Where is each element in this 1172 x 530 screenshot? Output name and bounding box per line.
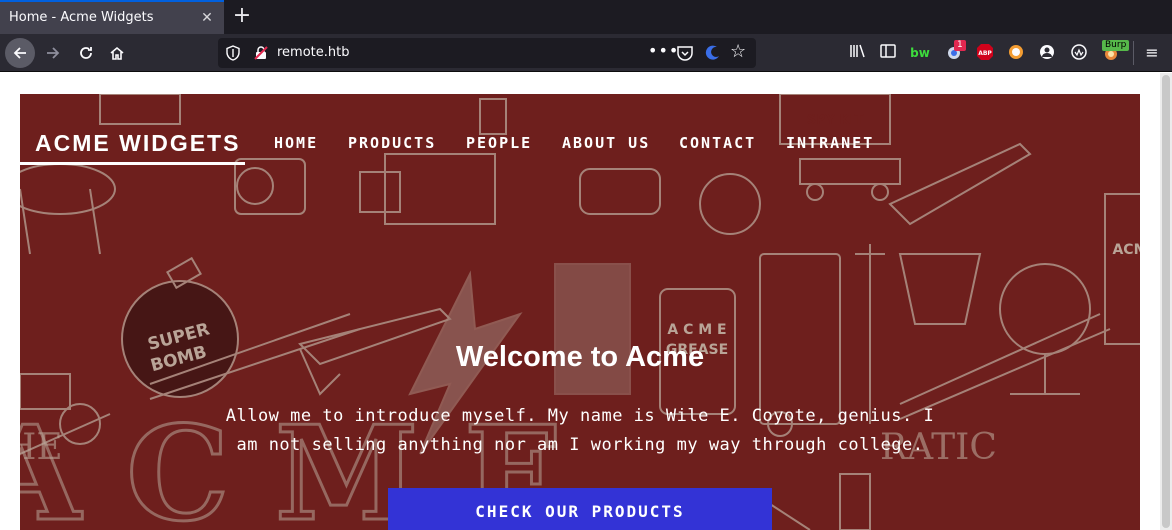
pocket-icon[interactable] [676,44,694,62]
adblock-plus-icon[interactable]: ABP [975,43,995,63]
notification-badge: 1 [954,40,966,51]
address-bar[interactable]: remote.htb ••• ☆ [218,38,756,68]
svg-text:ABP: ABP [978,50,992,57]
navigation-toolbar: remote.htb ••• ☆ bw 1 ABP ≡ [0,34,1172,72]
account-icon[interactable] [1037,43,1057,63]
hero-section: A C M E HE RATIC SUPER BOMB SPY KIT A C … [20,94,1140,530]
site-brand[interactable]: ACME WIDGETS [20,127,245,165]
forward-button[interactable] [38,38,68,68]
tab-strip: Home - Acme Widgets ✕ + [0,0,1172,34]
active-tab[interactable]: Home - Acme Widgets ✕ [0,0,224,34]
foxyproxy-icon[interactable] [1006,43,1026,63]
url-text[interactable]: remote.htb [277,45,350,60]
nav-people[interactable]: PEOPLE [466,134,532,152]
svg-text:A C M E: A C M E [667,322,726,338]
sidebar-icon[interactable] [878,43,898,63]
container-extension-icon[interactable] [704,44,722,62]
extension-badge-icon[interactable]: 1 [944,40,966,63]
hero-text: Allow me to introduce myself. My name is… [215,402,945,460]
toolbar-separator [1133,41,1134,65]
hero-text-line-1: Allow me to introduce myself. My name is… [225,406,935,426]
bitwarden-icon[interactable]: bw [910,43,930,63]
insecure-lock-icon[interactable] [253,45,269,61]
back-arrow-icon [13,47,26,59]
home-icon [110,46,124,60]
forward-arrow-icon [47,47,60,59]
page-scrollbar[interactable] [1160,73,1172,530]
scrollbar-thumb[interactable] [1162,75,1170,528]
hero-text-line-2: am not selling anything nor am I working… [236,435,924,455]
library-icon[interactable] [848,43,868,63]
new-tab-button[interactable]: + [230,4,254,28]
tracking-protection-shield-icon[interactable] [226,45,240,61]
bookmark-star-icon[interactable]: ☆ [730,41,746,62]
svg-text:SPY KIT: SPY KIT [807,113,864,128]
reload-button[interactable] [71,38,101,68]
hero-title: Welcome to Acme [455,341,705,373]
svg-text:ACM: ACM [1112,242,1140,258]
tab-title: Home - Acme Widgets [9,10,154,25]
page-actions-menu[interactable]: ••• [648,41,679,60]
burp-badge: Burp [1102,40,1130,51]
nav-home[interactable]: HOME [274,134,318,152]
nav-intranet[interactable]: INTRANET [786,134,874,152]
home-button[interactable] [102,38,132,68]
wappalyzer-icon[interactable] [1069,43,1089,63]
close-tab-icon[interactable]: ✕ [198,9,216,27]
page-viewport[interactable]: A C M E HE RATIC SUPER BOMB SPY KIT A C … [0,73,1172,530]
nav-products[interactable]: PRODUCTS [348,134,436,152]
reload-icon [80,47,92,59]
nav-contact[interactable]: CONTACT [679,134,756,152]
nav-about-us[interactable]: ABOUT US [562,134,650,152]
menu-icon[interactable]: ≡ [1142,43,1162,63]
back-button[interactable] [5,38,35,68]
svg-text:HE: HE [20,427,63,468]
check-products-button[interactable]: CHECK OUR PRODUCTS [388,488,772,530]
